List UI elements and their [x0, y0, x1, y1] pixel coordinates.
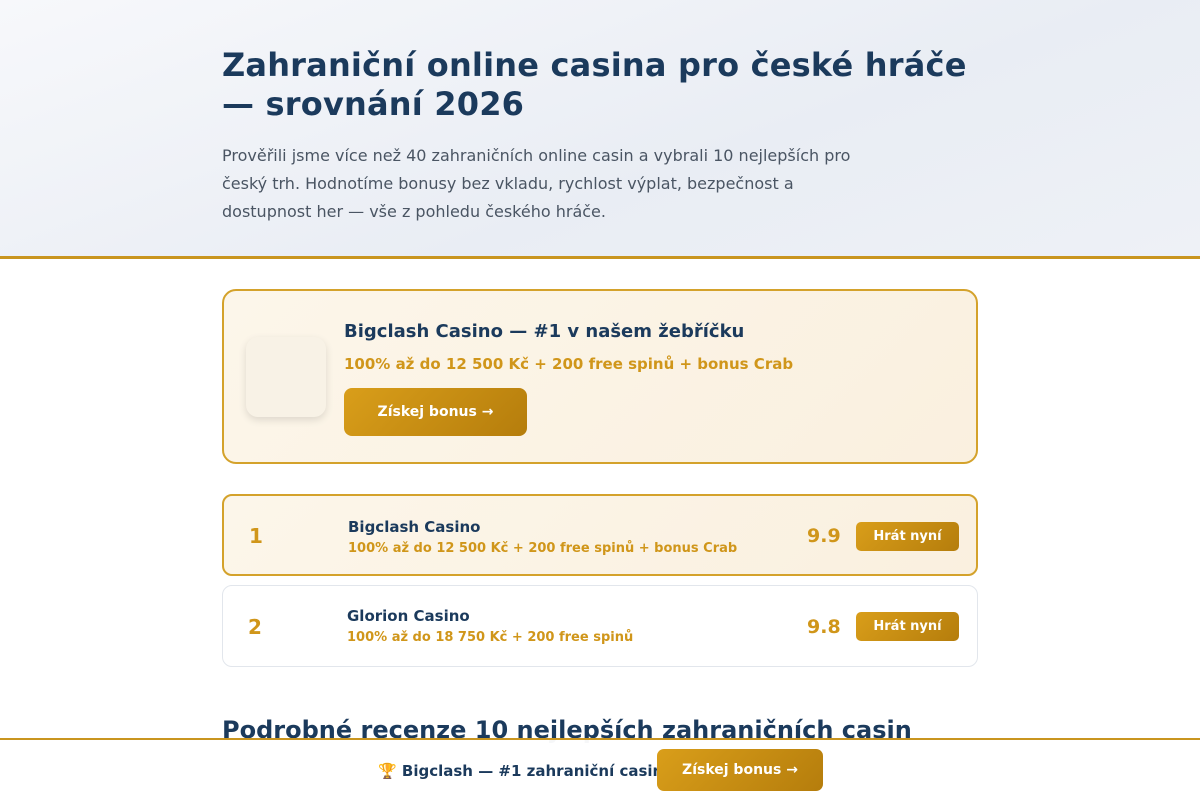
- ranking-row: 2 Glorion Casino 100% až do 18 750 Kč + …: [222, 585, 978, 667]
- featured-bonus: 100% až do 12 500 Kč + 200 free spinů + …: [344, 355, 794, 373]
- hero-section: Zahraniční online casina pro české hráče…: [0, 0, 1200, 259]
- casino-score: 9.8: [807, 616, 841, 638]
- casino-name: Bigclash Casino: [348, 518, 481, 536]
- ranking-row: 1 Bigclash Casino 100% až do 12 500 Kč +…: [222, 494, 978, 576]
- play-now-button[interactable]: Hrát nyní: [856, 612, 959, 641]
- rank-number: 1: [249, 524, 263, 548]
- casino-bonus: 100% až do 12 500 Kč + 200 free spinů + …: [348, 541, 738, 556]
- casino-logo: [246, 337, 326, 417]
- hero-content: Zahraniční online casina pro české hráče…: [222, 46, 982, 226]
- casino-score: 9.9: [807, 525, 841, 547]
- casino-bonus: 100% až do 18 750 Kč + 200 free spinů: [347, 630, 634, 645]
- sticky-bonus-button[interactable]: Získej bonus →: [657, 749, 823, 791]
- sticky-text: 🏆 Bigclash — #1 zahraniční casino: [378, 762, 674, 780]
- featured-casino-card: Bigclash Casino — #1 v našem žebříčku 10…: [222, 289, 978, 464]
- page-title: Zahraniční online casina pro české hráče…: [222, 46, 967, 123]
- sticky-cta-bar: 🏆 Bigclash — #1 zahraniční casino Získej…: [0, 738, 1200, 800]
- play-now-button[interactable]: Hrát nyní: [856, 522, 959, 551]
- casino-name: Glorion Casino: [347, 607, 470, 625]
- rank-number: 2: [248, 615, 262, 639]
- featured-title: Bigclash Casino — #1 v našem žebříčku: [344, 321, 745, 342]
- hero-intro: Prověřili jsme více než 40 zahraničních …: [222, 146, 851, 221]
- get-bonus-button[interactable]: Získej bonus →: [344, 388, 527, 436]
